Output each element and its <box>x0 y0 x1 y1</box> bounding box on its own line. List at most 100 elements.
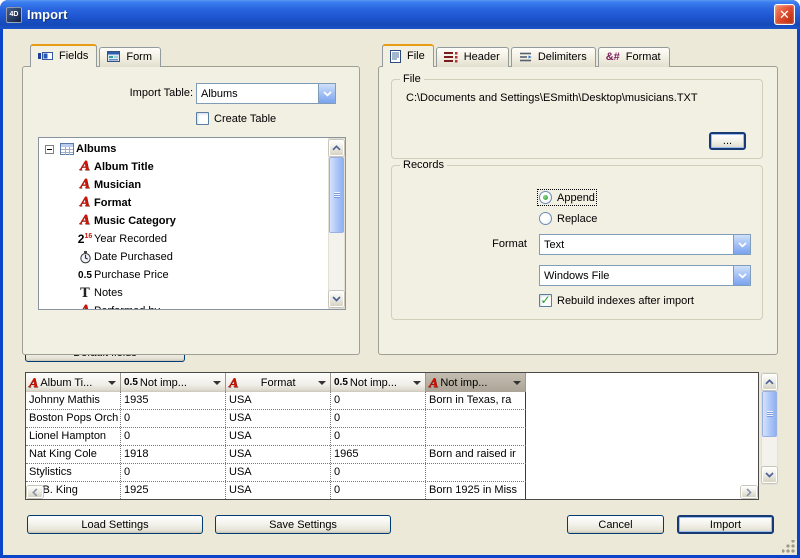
chevron-down-icon[interactable] <box>733 235 750 254</box>
date-field-icon <box>76 251 94 264</box>
tab-fields[interactable]: Fields <box>30 44 97 67</box>
scroll-down-icon[interactable] <box>329 291 344 307</box>
scroll-down-icon[interactable] <box>762 467 777 483</box>
chevron-down-icon[interactable] <box>413 381 421 385</box>
tree-item-album-title[interactable]: A Album Title <box>39 158 327 176</box>
preview-table-body: Johnny Mathis 1935 USA 0 Born in Texas, … <box>26 392 526 500</box>
chevron-down-icon[interactable] <box>108 381 116 385</box>
import-button[interactable]: Import <box>677 515 774 534</box>
tree-item-year-recorded[interactable]: 216 Year Recorded <box>39 230 327 248</box>
rebuild-indexes-row[interactable]: ✓ Rebuild indexes after import <box>539 294 694 307</box>
rebuild-indexes-label: Rebuild indexes after import <box>557 295 694 307</box>
field-tree[interactable]: Albums A Album Title A Musician A Format… <box>38 137 346 310</box>
scroll-right-icon[interactable] <box>741 486 757 498</box>
tree-item-label: Format <box>94 197 131 209</box>
scroll-left-icon[interactable] <box>27 486 43 498</box>
replace-radio[interactable] <box>539 212 552 225</box>
scroll-up-icon[interactable] <box>762 374 777 390</box>
browse-button-label: ... <box>723 135 732 147</box>
preview-table-scrollbar[interactable] <box>761 372 778 485</box>
form-icon <box>107 51 120 62</box>
tree-item-purchase-price[interactable]: 0.5 Purchase Price <box>39 266 327 284</box>
title-bar[interactable]: 4D Import ✕ <box>0 0 800 29</box>
chevron-down-icon[interactable] <box>733 266 750 285</box>
tree-item-label: Album Title <box>94 161 154 173</box>
save-settings-button[interactable]: Save Settings <box>215 515 391 534</box>
tree-item-performed-by[interactable]: A Performed by <box>39 302 327 310</box>
tab-header[interactable]: Header <box>436 47 509 67</box>
tab-file-label: File <box>407 50 425 62</box>
resize-grip[interactable] <box>782 540 795 553</box>
alpha-field-icon: A <box>76 305 94 310</box>
alpha-field-icon: A <box>76 179 94 191</box>
window-title: Import <box>27 7 67 22</box>
format-icon: &# <box>606 51 620 63</box>
tree-scrollbar-thumb[interactable] <box>329 157 344 233</box>
tree-item-label: Music Category <box>94 215 176 227</box>
file-path-text: C:\Documents and Settings\ESmith\Desktop… <box>406 92 754 104</box>
column-header-not-imported-1[interactable]: 0.5 Not imp... <box>121 373 226 392</box>
format-combo[interactable]: Text <box>539 234 751 255</box>
tab-file[interactable]: File <box>382 44 434 67</box>
tree-item-music-category[interactable]: A Music Category <box>39 212 327 230</box>
file-group-title: File <box>400 73 424 85</box>
replace-radio-row[interactable]: Replace <box>539 212 597 225</box>
create-table-checkbox[interactable] <box>196 112 209 125</box>
tree-item-format[interactable]: A Format <box>39 194 327 212</box>
import-dialog-window: 4D Import ✕ Fields Form Import Table: <box>0 0 800 558</box>
tab-header-label: Header <box>464 51 500 63</box>
format-combo-value: Text <box>540 239 733 251</box>
cancel-label: Cancel <box>598 519 632 531</box>
column-header-not-imported-3[interactable]: A Not imp... <box>426 373 526 392</box>
browse-button[interactable]: ... <box>709 132 746 150</box>
chevron-down-icon[interactable] <box>213 381 221 385</box>
cancel-button[interactable]: Cancel <box>567 515 664 534</box>
real-field-icon: 0.5 <box>334 377 348 388</box>
tab-delimiters[interactable]: Delimiters <box>511 47 596 67</box>
tree-item-notes[interactable]: T Notes <box>39 284 327 302</box>
append-radio-row[interactable]: Append <box>539 191 595 204</box>
rebuild-indexes-checkbox[interactable]: ✓ <box>539 294 552 307</box>
tree-item-label: Performed by <box>94 305 160 310</box>
records-groupbox: Records Append Replace Format Text <box>391 165 763 320</box>
tree-item-label: Musician <box>94 179 141 191</box>
header-icon <box>444 51 458 63</box>
chevron-down-icon[interactable] <box>318 381 326 385</box>
preview-scrollbar-thumb[interactable] <box>762 391 777 437</box>
table-row: Lionel Hampton 0 USA 0 <box>26 428 526 446</box>
format-label: Format <box>492 238 527 250</box>
chevron-down-icon[interactable] <box>318 84 335 103</box>
column-header-not-imported-2[interactable]: 0.5 Not imp... <box>331 373 426 392</box>
append-radio[interactable] <box>539 191 552 204</box>
tree-item-date-purchased[interactable]: Date Purchased <box>39 248 327 266</box>
close-button[interactable]: ✕ <box>774 4 795 25</box>
save-settings-label: Save Settings <box>269 519 337 531</box>
import-table-combo[interactable]: Albums <box>196 83 336 104</box>
left-tab-strip: Fields Form <box>30 44 163 67</box>
create-table-row[interactable]: Create Table <box>196 112 276 125</box>
delimiters-icon <box>519 51 532 63</box>
tree-scrollbar[interactable] <box>328 138 345 309</box>
load-settings-button[interactable]: Load Settings <box>27 515 203 534</box>
table-row: B. B. King 1925 USA 0 Born 1925 in Miss <box>26 482 526 500</box>
column-header-album-title[interactable]: A Album Ti... <box>26 373 121 392</box>
dialog-body: Fields Form Import Table: Albums Create … <box>3 29 797 555</box>
column-header-format[interactable]: A Format <box>226 373 331 392</box>
file-groupbox: File C:\Documents and Settings\ESmith\De… <box>391 79 763 159</box>
tab-form-label: Form <box>126 51 152 63</box>
alpha-field-icon: A <box>76 161 94 173</box>
table-icon <box>58 143 76 155</box>
create-table-label: Create Table <box>214 113 276 125</box>
tree-item-label: Albums <box>76 143 116 155</box>
chevron-down-icon[interactable] <box>513 381 521 385</box>
tree-item-albums[interactable]: Albums <box>39 140 327 158</box>
fields-icon <box>38 51 53 61</box>
real-field-icon: 0.5 <box>76 270 94 281</box>
scroll-up-icon[interactable] <box>329 140 344 156</box>
collapse-minus-icon[interactable] <box>45 145 54 154</box>
file-format-combo[interactable]: Windows File <box>539 265 751 286</box>
tree-item-musician[interactable]: A Musician <box>39 176 327 194</box>
tab-format[interactable]: &# Format <box>598 47 670 67</box>
integer-field-icon: 216 <box>76 232 94 246</box>
tab-form[interactable]: Form <box>99 47 161 67</box>
